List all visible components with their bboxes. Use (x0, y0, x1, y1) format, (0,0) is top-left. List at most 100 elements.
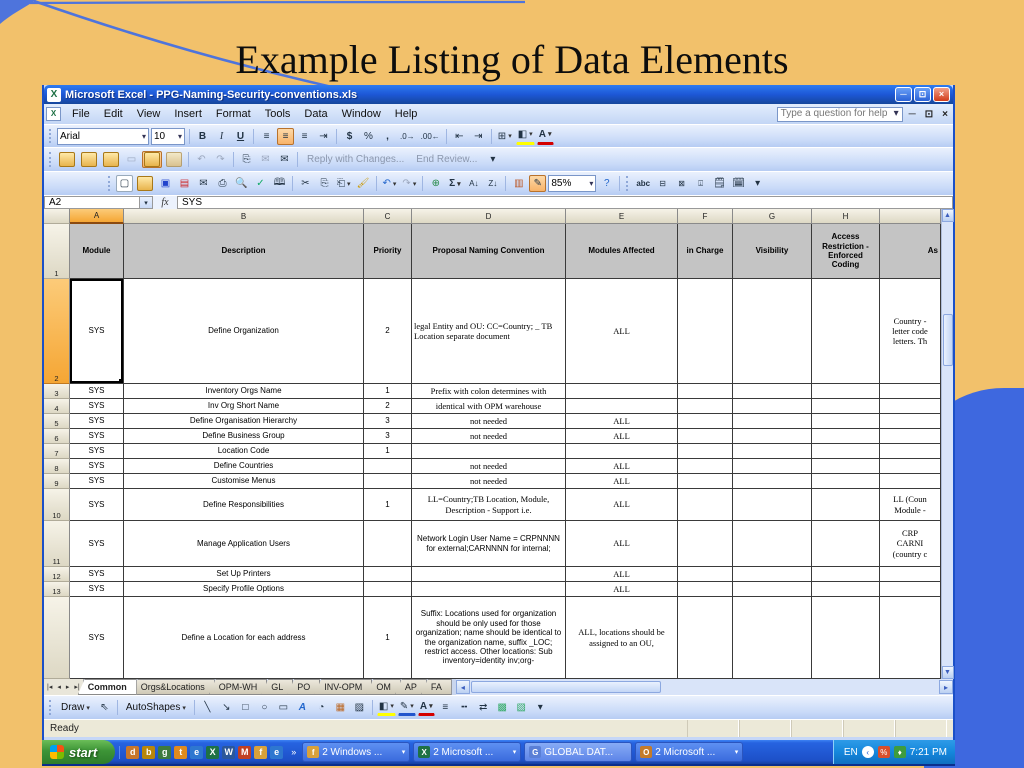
cell[interactable]: SYS (70, 474, 124, 489)
column-header-B[interactable]: B (124, 209, 364, 224)
print-icon[interactable]: ⎙ (214, 175, 231, 192)
cell[interactable] (678, 474, 733, 489)
name-box-dropdown-icon[interactable]: ▾ (140, 196, 153, 209)
oval-icon[interactable]: ○ (256, 699, 273, 716)
quick-launch-overflow-icon[interactable]: » (289, 747, 298, 757)
next-comment-icon[interactable]: ↷ (212, 151, 229, 168)
cell[interactable]: SYS (70, 279, 124, 384)
folder1-icon[interactable] (57, 151, 77, 168)
menu-data[interactable]: Data (297, 106, 334, 122)
paste-icon[interactable]: ⎗ ▾ (335, 175, 353, 192)
toolbar-options3-icon[interactable]: ▾ (532, 699, 549, 716)
cell[interactable] (733, 429, 812, 444)
cell[interactable] (678, 444, 733, 459)
cell[interactable]: ALL (566, 474, 678, 489)
cell[interactable]: Location Code (124, 444, 364, 459)
column-header-C[interactable]: C (364, 209, 412, 224)
print-preview-icon[interactable]: 🔍 (233, 175, 250, 192)
cell[interactable]: 1 (364, 444, 412, 459)
cell[interactable] (880, 597, 941, 679)
autoshapes-menu-button[interactable]: AutoShapes ▾ (122, 702, 190, 713)
excel-icon[interactable]: X (206, 745, 220, 759)
cell[interactable] (812, 414, 880, 429)
cell[interactable] (733, 444, 812, 459)
sort-descending-icon[interactable]: Z↓ (484, 175, 501, 192)
ie-icon[interactable]: e (190, 745, 204, 759)
borders-icon[interactable]: ⊞ ▾ (496, 128, 514, 145)
toolbar-grip[interactable] (49, 700, 53, 715)
header-cell[interactable]: Priority (364, 224, 412, 279)
cell[interactable] (678, 567, 733, 582)
cell[interactable] (364, 459, 412, 474)
cell[interactable]: Specify Profile Options (124, 582, 364, 597)
row-header-8[interactable]: 8 (44, 459, 70, 474)
shape-fill-icon[interactable]: ◧ ▾ (376, 699, 396, 716)
show-desktop-icon[interactable]: d (126, 745, 140, 759)
delete-comment-icon[interactable] (164, 151, 184, 168)
horizontal-scrollbar[interactable]: ◂ ▸ (455, 679, 953, 695)
cell[interactable] (812, 399, 880, 414)
insert-rows-icon[interactable]: ⍗ (692, 175, 709, 192)
research-icon[interactable]: 🕮 (271, 175, 288, 192)
cell[interactable]: 3 (364, 414, 412, 429)
cell[interactable]: 1 (364, 597, 412, 679)
menu-help[interactable]: Help (388, 106, 425, 122)
row-header-12[interactable]: 12 (44, 567, 70, 582)
cell[interactable]: CRP CARNI (country c (880, 521, 941, 567)
sheet-tab-orgs&locations[interactable]: Orgs&Locations (130, 679, 215, 695)
cell[interactable]: Network Login User Name = CRPNNNN for ex… (412, 521, 566, 567)
sheet-tab-inv-opm[interactable]: INV-OPM (314, 679, 373, 695)
cell[interactable]: SYS (70, 444, 124, 459)
cell[interactable]: legal Entity and OU: CC=Country; _ TB Lo… (412, 279, 566, 384)
cell[interactable] (733, 414, 812, 429)
doc-minimize-button[interactable]: ─ (906, 109, 919, 120)
cell[interactable] (733, 489, 812, 521)
cell[interactable]: Inventory Orgs Name (124, 384, 364, 399)
cell[interactable] (880, 582, 941, 597)
tray-collapse-icon[interactable]: ‹ (861, 746, 874, 758)
start-button[interactable]: start (42, 740, 116, 764)
3d-style-icon[interactable]: ▧ (513, 699, 530, 716)
cell[interactable] (880, 384, 941, 399)
column-header-D[interactable]: D (412, 209, 566, 224)
cell[interactable] (812, 429, 880, 444)
row-header-9[interactable]: 9 (44, 474, 70, 489)
folder3-icon[interactable] (101, 151, 121, 168)
header-cell[interactable]: Module (70, 224, 124, 279)
select-all-corner[interactable] (44, 209, 70, 224)
tray-app2-icon[interactable]: ♦ (893, 746, 906, 758)
cell[interactable]: Manage Application Users (124, 521, 364, 567)
cell[interactable]: ALL (566, 429, 678, 444)
align-left-icon[interactable]: ≡ (258, 128, 275, 145)
cell[interactable]: SYS (70, 384, 124, 399)
previous-comment-icon[interactable]: ↶ (193, 151, 210, 168)
cell[interactable]: ALL, locations should be assigned to an … (566, 597, 678, 679)
header-cell[interactable]: Description (124, 224, 364, 279)
menu-view[interactable]: View (130, 106, 168, 122)
cell[interactable] (364, 567, 412, 582)
cell[interactable]: Define Responsibilities (124, 489, 364, 521)
doc-restore-button[interactable]: ⊡ (922, 109, 936, 120)
vertical-scrollbar[interactable]: ▲ ▼ (941, 209, 954, 679)
draw-menu-button[interactable]: Draw ▾ (57, 702, 94, 713)
toolbar-grip[interactable] (108, 176, 112, 191)
cell[interactable] (678, 597, 733, 679)
cell[interactable] (678, 399, 733, 414)
cell[interactable] (412, 567, 566, 582)
cell[interactable]: Define Organization (124, 279, 364, 384)
row-header-2[interactable]: 2 (44, 279, 70, 384)
arrow-style-icon[interactable]: ⇄ (475, 699, 492, 716)
toolbar-options2-icon[interactable]: ▾ (749, 175, 766, 192)
taskbar-button[interactable]: X2 Microsoft ... ▾ (413, 742, 522, 762)
row-header-13[interactable]: 13 (44, 582, 70, 597)
cell[interactable]: ALL (566, 582, 678, 597)
delete-cells-icon[interactable]: ⊠ (673, 175, 690, 192)
cell[interactable] (812, 384, 880, 399)
zoom-combo[interactable]: 85% ▾ (548, 175, 597, 192)
cell[interactable] (880, 567, 941, 582)
arrow-icon[interactable]: ↘ (218, 699, 235, 716)
cell[interactable]: ALL (566, 567, 678, 582)
column-header-G[interactable]: G (733, 209, 812, 224)
cell[interactable] (812, 474, 880, 489)
cell[interactable] (880, 459, 941, 474)
